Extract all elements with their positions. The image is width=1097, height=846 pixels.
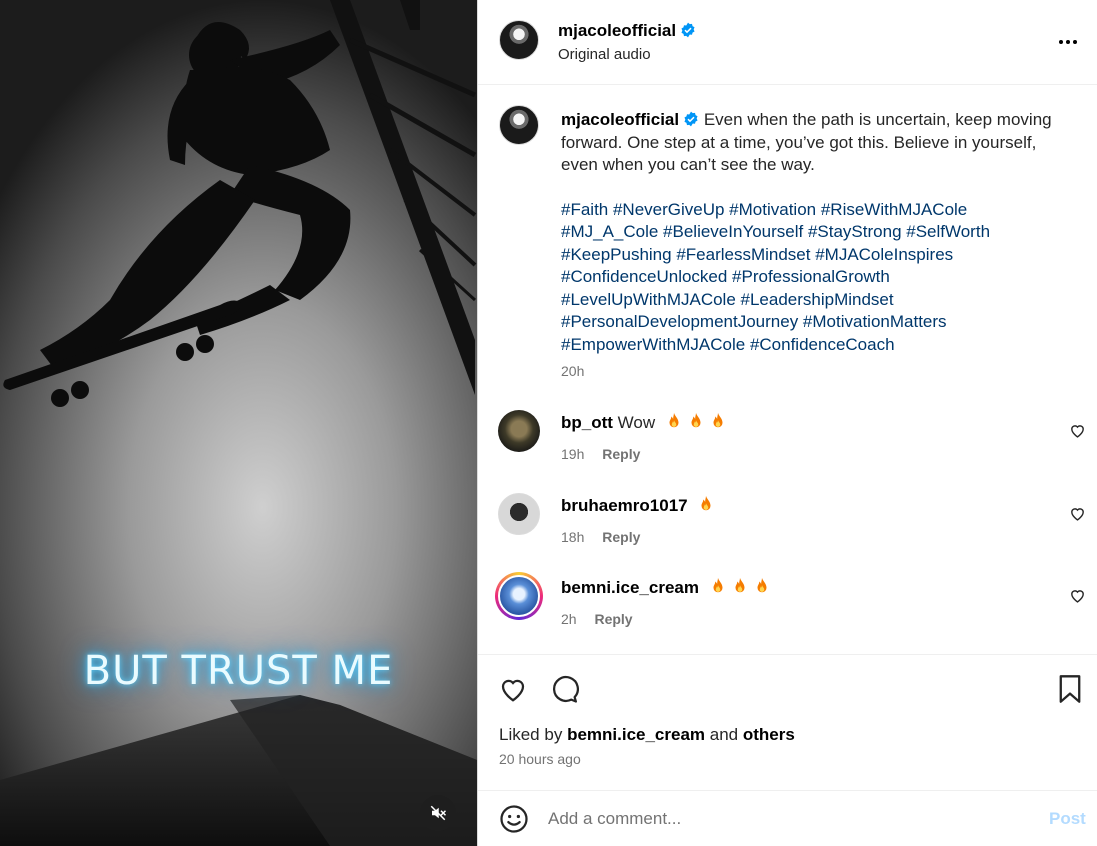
fire-emoji-icon bbox=[713, 412, 723, 428]
caption-author-avatar[interactable] bbox=[499, 105, 539, 145]
author-username-text[interactable]: mjacoleofficial bbox=[558, 21, 676, 40]
commenter-avatar[interactable] bbox=[498, 493, 540, 535]
fire-emoji-group bbox=[704, 577, 770, 597]
commenter-username[interactable]: bp_ott bbox=[561, 413, 613, 432]
like-heart-icon[interactable] bbox=[498, 674, 528, 704]
video-overlay-text: BUT TRUST ME bbox=[83, 648, 394, 694]
author-avatar[interactable] bbox=[499, 20, 539, 60]
caption-text: mjacoleofficial Even when the path is un… bbox=[561, 109, 1061, 356]
more-dot-icon bbox=[1059, 40, 1063, 44]
comment-item: bemni.ice_cream 2h Reply bbox=[478, 572, 1097, 655]
like-comment-heart-icon[interactable] bbox=[1069, 422, 1086, 439]
comment-text: bemni.ice_cream bbox=[561, 577, 770, 598]
reply-button[interactable]: Reply bbox=[602, 529, 640, 545]
liked-by-others[interactable]: others bbox=[743, 725, 795, 744]
more-dot-icon bbox=[1073, 40, 1077, 44]
reel-video[interactable]: BUT TRUST ME bbox=[0, 0, 477, 846]
comment-meta: 19h Reply bbox=[561, 446, 640, 462]
fire-emoji-icon bbox=[757, 577, 767, 593]
audio-label[interactable]: Original audio bbox=[558, 46, 651, 63]
comment-item: bruhaemro1017 18h Reply bbox=[478, 493, 1097, 573]
post-details-panel: mjacoleofficial Original audio mjacoleof… bbox=[477, 0, 1097, 846]
liked-by-summary[interactable]: Liked by bemni.ice_cream and others bbox=[499, 725, 795, 745]
fire-emoji-group bbox=[692, 495, 714, 515]
liked-by-user[interactable]: bemni.ice_cream bbox=[567, 725, 705, 744]
reply-button[interactable]: Reply bbox=[602, 446, 640, 462]
verified-badge-icon bbox=[684, 111, 698, 127]
comment-bubble-icon[interactable] bbox=[549, 674, 579, 704]
verified-badge-icon bbox=[681, 22, 695, 38]
author-username[interactable]: mjacoleofficial bbox=[558, 21, 696, 41]
liked-by-prefix: Liked by bbox=[499, 725, 563, 744]
more-options-button[interactable] bbox=[1055, 32, 1081, 52]
fire-emoji-icon bbox=[713, 577, 723, 593]
caption-author-username[interactable]: mjacoleofficial bbox=[561, 110, 679, 129]
bookmark-icon[interactable] bbox=[1056, 674, 1084, 704]
post-actions: Liked by bemni.ice_cream and others 20 h… bbox=[478, 654, 1097, 790]
commenter-avatar[interactable] bbox=[498, 575, 540, 617]
skateboarder-silhouette-image bbox=[0, 0, 477, 846]
caption-timestamp[interactable]: 20h bbox=[561, 363, 584, 379]
commenter-username[interactable]: bemni.ice_cream bbox=[561, 578, 699, 597]
commenter-username[interactable]: bruhaemro1017 bbox=[561, 496, 688, 515]
comment-body: Wow bbox=[617, 413, 656, 432]
commenter-avatar[interactable] bbox=[498, 410, 540, 452]
comment-input[interactable] bbox=[548, 805, 1028, 833]
emoji-smiley-icon[interactable] bbox=[499, 804, 529, 834]
comment-meta: 2h Reply bbox=[561, 611, 633, 627]
more-dot-icon bbox=[1066, 40, 1070, 44]
like-comment-heart-icon[interactable] bbox=[1069, 505, 1086, 522]
like-comment-heart-icon[interactable] bbox=[1069, 587, 1086, 604]
reply-button[interactable]: Reply bbox=[594, 611, 632, 627]
comment-item: bp_ott Wow 19h Reply bbox=[478, 410, 1097, 490]
post-comment-button[interactable]: Post bbox=[1049, 809, 1086, 829]
mute-toggle-button[interactable] bbox=[420, 795, 456, 831]
fire-emoji-group bbox=[660, 412, 726, 432]
post-timestamp[interactable]: 20 hours ago bbox=[499, 751, 581, 767]
comment-meta: 18h Reply bbox=[561, 529, 640, 545]
comment-text: bp_ott Wow bbox=[561, 412, 726, 433]
add-comment-bar: Post bbox=[478, 790, 1097, 846]
fire-emoji-icon bbox=[701, 495, 711, 511]
comment-time[interactable]: 18h bbox=[561, 529, 584, 545]
caption-hashtags[interactable]: #Faith #NeverGiveUp #Motivation #RiseWit… bbox=[561, 199, 1061, 357]
fire-emoji-icon bbox=[691, 412, 701, 428]
comment-text: bruhaemro1017 bbox=[561, 495, 714, 516]
speaker-muted-icon bbox=[430, 805, 447, 821]
liked-by-and: and bbox=[709, 725, 739, 744]
comment-time[interactable]: 19h bbox=[561, 446, 584, 462]
post-header: mjacoleofficial Original audio bbox=[478, 0, 1097, 85]
fire-emoji-icon bbox=[669, 412, 679, 428]
comment-time[interactable]: 2h bbox=[561, 611, 577, 627]
fire-emoji-icon bbox=[735, 577, 745, 593]
